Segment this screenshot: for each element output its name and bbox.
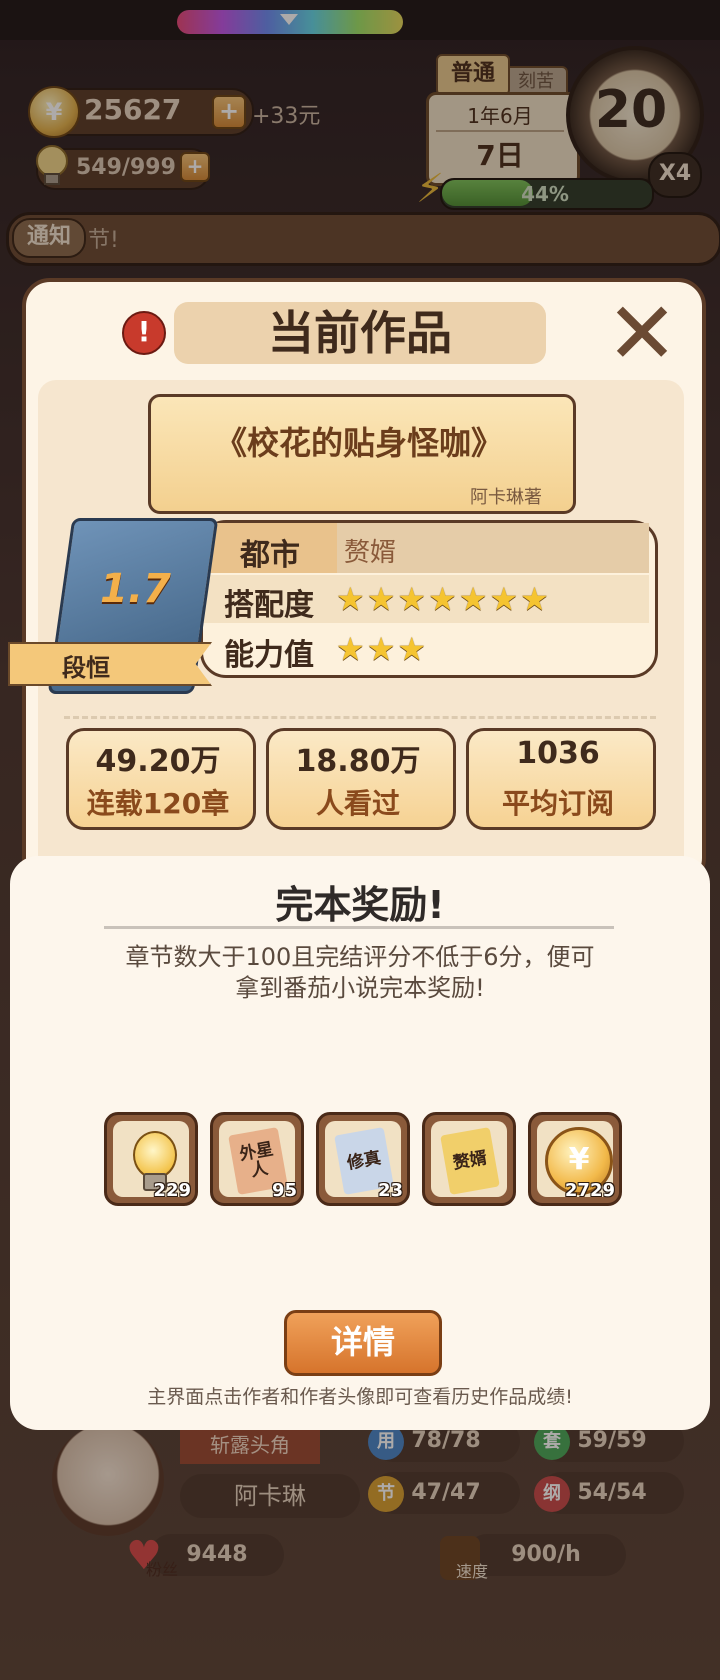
fit-stars: ★ ★ ★ ★ ★ ★ ★ bbox=[336, 582, 549, 616]
genre-value: 赘婿 bbox=[344, 538, 397, 568]
reward-item-bulb[interactable]: 229 bbox=[104, 1112, 198, 1206]
book-icon: 赘婿 bbox=[440, 1127, 500, 1195]
ability-stars: ★ ★ ★ bbox=[336, 632, 426, 666]
item-frame: 赘婿 bbox=[431, 1121, 507, 1197]
book-author: 阿卡琳著 bbox=[470, 487, 542, 508]
reward-item-xiuzhen-book[interactable]: 修真 23 bbox=[316, 1112, 410, 1206]
star-icon: ★ bbox=[366, 580, 396, 618]
editor-ribbon bbox=[8, 642, 212, 686]
divider bbox=[64, 716, 656, 719]
star-icon: ★ bbox=[366, 630, 396, 668]
lightbulb-icon bbox=[133, 1131, 177, 1179]
item-count: 2729 bbox=[564, 1180, 615, 1201]
reward-divider bbox=[104, 926, 614, 929]
stat-subs-label: 平均订阅 bbox=[501, 787, 614, 820]
item-count: 23 bbox=[377, 1180, 403, 1201]
ability-label: 能力值 bbox=[224, 638, 314, 673]
star-icon: ★ bbox=[397, 580, 427, 618]
reward-item-zhuixu-book[interactable]: 赘婿 bbox=[422, 1112, 516, 1206]
book-score: 1.7 bbox=[100, 566, 171, 612]
fit-label: 搭配度 bbox=[224, 588, 314, 623]
star-icon: ★ bbox=[489, 580, 519, 618]
item-count: 95 bbox=[271, 1180, 297, 1201]
stat-words-value: 49.20万 bbox=[95, 744, 221, 779]
reward-description: 章节数大于100且完结评分不低于6分，便可 拿到番茄小说完本奖励! bbox=[90, 942, 630, 1004]
alert-icon[interactable]: ! bbox=[122, 311, 166, 355]
editor-name: 段恒 bbox=[62, 654, 110, 682]
close-icon[interactable]: ✕ bbox=[604, 291, 680, 377]
details-button[interactable]: 详情 bbox=[284, 1310, 442, 1376]
item-count: 229 bbox=[153, 1180, 191, 1201]
reward-title: 完本奖励! bbox=[275, 883, 445, 927]
genre-label: 都市 bbox=[240, 538, 300, 573]
star-icon: ★ bbox=[520, 580, 549, 618]
reward-item-coin[interactable]: ¥ 2729 bbox=[528, 1112, 622, 1206]
book-title: 《校花的贴身怪咖》 bbox=[214, 424, 503, 462]
history-hint: 主界面点击作者和作者头像即可查看历史作品成绩! bbox=[147, 1386, 573, 1408]
stat-subs-value: 1036 bbox=[516, 736, 600, 771]
stat-readers-label: 人看过 bbox=[315, 787, 400, 820]
reward-item-alien-book[interactable]: 外星人 95 bbox=[210, 1112, 304, 1206]
star-icon: ★ bbox=[428, 580, 457, 618]
star-icon: ★ bbox=[336, 580, 365, 618]
star-icon: ★ bbox=[397, 630, 427, 668]
stat-words-label: 连载120章 bbox=[86, 787, 230, 820]
reward-desc-line2: 拿到番茄小说完本奖励! bbox=[235, 974, 485, 1002]
modal-title: 当前作品 bbox=[268, 306, 452, 360]
reward-desc-line1: 章节数大于100且完结评分不低于6分，便可 bbox=[125, 943, 595, 971]
stat-readers-value: 18.80万 bbox=[295, 744, 421, 779]
star-icon: ★ bbox=[336, 630, 365, 668]
star-icon: ★ bbox=[458, 580, 488, 618]
